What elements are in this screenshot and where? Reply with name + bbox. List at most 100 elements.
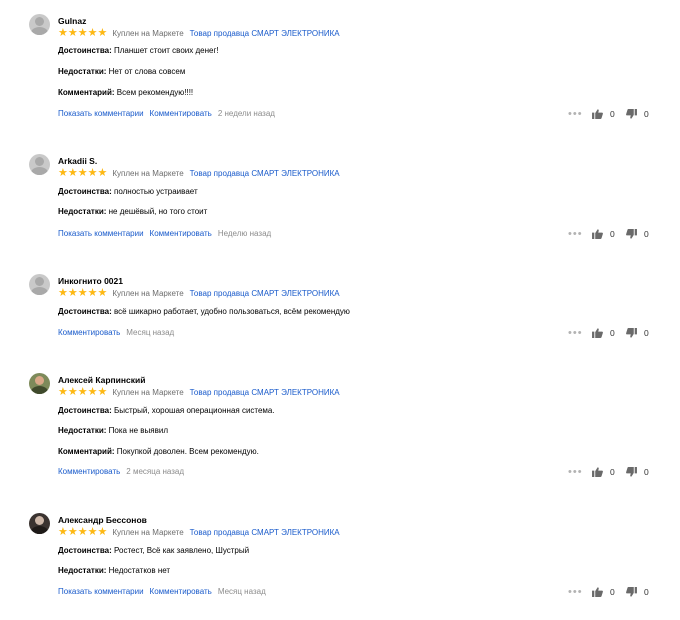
- avatar[interactable]: [29, 274, 50, 295]
- more-dots-icon[interactable]: •••: [568, 228, 592, 240]
- review-meta: ★ ★ ★ ★ ★ Куплен на Маркете Товар продавца С…: [58, 27, 340, 39]
- avatar[interactable]: [29, 373, 50, 394]
- comment-link[interactable]: Комментировать: [58, 467, 120, 476]
- star-icon: ★: [77, 286, 88, 299]
- review-votes: ••• 0 0: [568, 228, 660, 240]
- likes-count: 0: [610, 328, 615, 338]
- field-label: Достоинства:: [58, 546, 112, 555]
- field-label: Недостатки:: [58, 426, 107, 435]
- review-meta: ★ ★ ★ ★ ★ Куплен на Маркете Товар продавца С…: [58, 167, 340, 179]
- avatar[interactable]: [29, 513, 50, 534]
- field-text: Быстрый, хорошая операционная система.: [114, 406, 275, 415]
- field-label: Недостатки:: [58, 67, 107, 76]
- likes-count: 0: [610, 109, 615, 119]
- seller-link[interactable]: Товар продавца СМАРТ ЭЛЕКТРОНИКА: [190, 289, 340, 298]
- star-icon: ★: [58, 166, 68, 179]
- likes-count: 0: [610, 587, 615, 597]
- star-icon: ★: [67, 385, 78, 398]
- review-field: Достоинства: Быстрый, хорошая операционн…: [58, 406, 275, 415]
- field-text: Недостатков нет: [108, 566, 171, 575]
- seller-link[interactable]: Товар продавца СМАРТ ЭЛЕКТРОНИКА: [190, 169, 340, 178]
- field-text: всё шикарно работает, удобно пользоватьс…: [114, 307, 350, 316]
- seller-link[interactable]: Товар продавца СМАРТ ЭЛЕКТРОНИКА: [190, 528, 340, 537]
- avatar[interactable]: [29, 154, 50, 175]
- likes-count: 0: [610, 229, 615, 239]
- review-actions: Показать комментарии Комментировать Месяц …: [58, 587, 266, 596]
- thumb-up-icon[interactable]: [592, 328, 604, 338]
- review-meta: ★ ★ ★ ★ ★ Куплен на Маркете Товар продавца С…: [58, 287, 340, 299]
- rating-stars: ★ ★ ★ ★ ★: [58, 286, 108, 299]
- rating-stars: ★ ★ ★ ★ ★: [58, 525, 107, 538]
- field-label: Комментарий:: [58, 447, 115, 456]
- star-icon: ★: [97, 166, 108, 179]
- dislikes-count: 0: [644, 467, 649, 477]
- star-icon: ★: [67, 525, 78, 538]
- review-field: Достоинства: Ростест, Всё как заявлено, …: [58, 546, 249, 555]
- star-icon: ★: [58, 286, 68, 299]
- thumb-down-icon[interactable]: [626, 587, 638, 597]
- star-icon: ★: [97, 286, 108, 299]
- comment-link[interactable]: Комментировать: [58, 328, 120, 337]
- rating-stars: ★ ★ ★ ★ ★: [58, 27, 107, 39]
- seller-link[interactable]: Товар продавца СМАРТ ЭЛЕКТРОНИКА: [190, 388, 340, 397]
- avatar[interactable]: [29, 14, 50, 35]
- bought-on-market: Куплен на Маркете: [112, 387, 184, 397]
- more-dots-icon[interactable]: •••: [568, 466, 592, 478]
- dislikes-count: 0: [644, 328, 649, 338]
- star-icon: ★: [97, 385, 108, 398]
- field-label: Достоинства:: [58, 307, 112, 316]
- review-field: Недостатки: не дешёвый, но того стоит: [58, 207, 207, 216]
- likes-count: 0: [610, 467, 615, 477]
- review-date: 2 месяца назад: [126, 467, 185, 476]
- more-dots-icon[interactable]: •••: [568, 327, 592, 339]
- review-field: Достоинства: всё шикарно работает, удобн…: [58, 307, 350, 316]
- review-field: Достоинства: Планшет стоит своих денег!: [58, 46, 219, 55]
- field-label: Комментарий:: [58, 88, 115, 97]
- star-icon: ★: [87, 286, 98, 299]
- review-field: Комментарий: Покупкой доволен. Всем реко…: [58, 447, 259, 456]
- field-label: Недостатки:: [58, 566, 107, 575]
- review-votes: ••• 0 0: [568, 108, 660, 120]
- review-date: 2 недели назад: [217, 109, 275, 118]
- field-text: Планшет стоит своих денег!: [114, 46, 219, 55]
- review-field: Комментарий: Всем рекомендую!!!!: [58, 88, 193, 97]
- show-comments-link[interactable]: Показать комментарии: [58, 229, 144, 238]
- comment-link[interactable]: Комментировать: [150, 587, 212, 596]
- field-text: не дешёвый, но того стоит: [108, 207, 208, 216]
- comment-link[interactable]: Комментировать: [150, 109, 212, 118]
- reviewer-name[interactable]: Инкогнито 0021: [58, 276, 123, 286]
- bought-on-market: Куплен на Маркете: [112, 28, 184, 38]
- thumb-up-icon[interactable]: [592, 229, 604, 239]
- reviewer-name[interactable]: Gulnaz: [58, 16, 86, 26]
- more-dots-icon[interactable]: •••: [568, 108, 592, 120]
- reviewer-name[interactable]: Александр Бессонов: [58, 515, 147, 525]
- comment-link[interactable]: Комментировать: [150, 229, 212, 238]
- seller-link[interactable]: Товар продавца СМАРТ ЭЛЕКТРОНИКА: [190, 29, 340, 38]
- thumb-down-icon[interactable]: [626, 467, 638, 477]
- thumb-up-icon[interactable]: [592, 467, 604, 477]
- field-label: Достоинства:: [58, 406, 112, 415]
- star-icon: ★: [77, 166, 88, 179]
- field-label: Недостатки:: [58, 207, 107, 216]
- thumb-down-icon[interactable]: [626, 229, 638, 239]
- review-date: Месяц назад: [126, 328, 175, 337]
- thumb-up-icon[interactable]: [592, 587, 604, 597]
- review-actions: Показать комментарии Комментировать Неделю…: [58, 229, 271, 238]
- star-icon: ★: [77, 385, 88, 398]
- star-icon: ★: [58, 525, 68, 538]
- reviewer-name[interactable]: Arkadii S.: [58, 156, 97, 166]
- review-field: Недостатки: Нет от слова совсем: [58, 67, 185, 76]
- star-icon: ★: [87, 525, 98, 538]
- show-comments-link[interactable]: Показать комментарии: [58, 587, 144, 596]
- field-text: Пока не выявил: [108, 426, 168, 435]
- show-comments-link[interactable]: Показать комментарии: [58, 109, 144, 118]
- thumb-down-icon[interactable]: [626, 109, 638, 119]
- thumb-down-icon[interactable]: [626, 328, 638, 338]
- star-icon: ★: [87, 385, 98, 398]
- review-votes: ••• 0 0: [568, 586, 660, 598]
- field-label: Достоинства:: [58, 187, 112, 196]
- reviewer-name[interactable]: Алексей Карпинский: [58, 375, 145, 385]
- thumb-up-icon[interactable]: [592, 109, 604, 119]
- bought-on-market: Куплен на Маркете: [112, 527, 184, 537]
- more-dots-icon[interactable]: •••: [568, 586, 592, 598]
